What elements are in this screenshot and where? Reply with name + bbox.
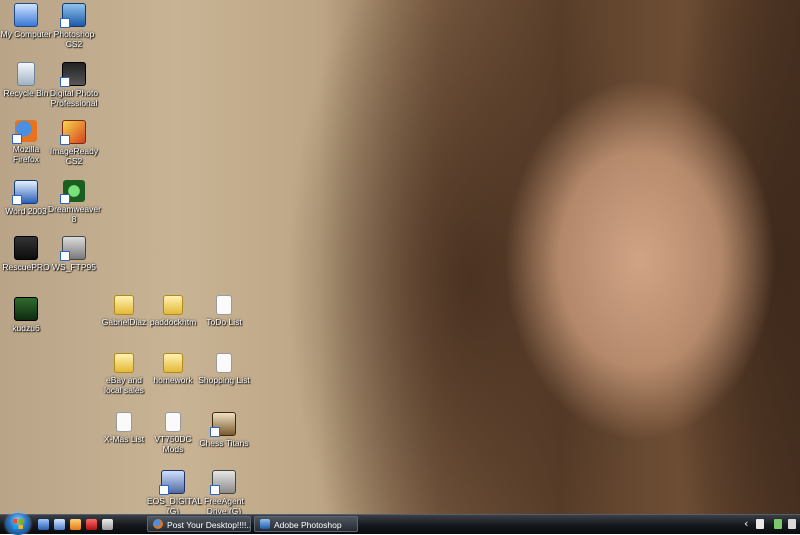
desktop-icon-imageready[interactable]: ImageReady CS2 — [48, 120, 100, 166]
desktop-icon-label: Word 2003 — [5, 206, 47, 216]
desktop-icon-label: EOS_DIGITAL (G) — [147, 496, 203, 516]
switch-windows-icon[interactable] — [54, 519, 65, 530]
desktop-icon-label: Shopping List — [198, 375, 250, 385]
desktop-icon-label: Dreamweaver 8 — [48, 204, 101, 224]
chess-icon — [210, 412, 236, 437]
firefox-icon — [12, 120, 37, 144]
text-file-icon — [216, 353, 232, 373]
show-desktop-icon[interactable] — [38, 519, 49, 530]
desktop-icon-photoshop[interactable]: Photoshop CS2 — [48, 3, 100, 49]
flash-icon[interactable] — [86, 519, 97, 530]
task-button-label: Post Your Desktop!!!!... — [167, 520, 251, 530]
desktop-icon-label: FreeAgent Drive (G) — [204, 496, 244, 516]
desktop-icon-chess-titans[interactable]: Chess Titans — [198, 412, 250, 448]
desktop-icon-paddockhtm[interactable]: paddockhtm — [147, 295, 199, 327]
folder-icon — [163, 353, 183, 373]
desktop-icon-eos-digital[interactable]: EOS_DIGITAL (G) — [147, 470, 203, 516]
drive-icon — [210, 470, 236, 495]
task-button-label: Adobe Photoshop — [274, 520, 342, 530]
folder-icon — [114, 353, 134, 373]
desktop-icon-label: VT750DC Mods — [154, 434, 192, 454]
media-player-icon[interactable] — [70, 519, 81, 530]
desktop-icon-ws-ftp[interactable]: WS_FTP95 — [48, 236, 100, 272]
desktop-icon-todo-list[interactable]: ToDo List — [198, 295, 250, 327]
desktop-icon-word[interactable]: Word 2003 — [0, 180, 52, 216]
folder-icon — [163, 295, 183, 315]
desktop-icon-shopping-list[interactable]: Shopping List — [198, 353, 250, 385]
desktop-icon-freeagent-drive[interactable]: FreeAgent Drive (G) — [198, 470, 250, 516]
browser-icon[interactable] — [102, 519, 113, 530]
desktop-icon-my-computer[interactable]: My Computer — [0, 3, 52, 39]
desktop-icon-vt750dc-mods[interactable]: VT750DC Mods — [147, 412, 199, 454]
rescuepro-icon — [14, 236, 38, 260]
desktop-icon-rescuepro[interactable]: RescuePRO — [0, 236, 52, 272]
desktop-icon-gabrieldiaz[interactable]: GabrielDiaz — [98, 295, 150, 327]
desktop-icon-kudzu6[interactable]: kudzu6 — [0, 297, 52, 333]
desktop-icon-label: X-Mas List — [103, 434, 145, 444]
drive-icon — [159, 470, 185, 495]
ftp-icon — [60, 236, 86, 261]
desktop-icon-label: GabrielDiaz — [101, 317, 147, 327]
desktop-icon-label: homework — [153, 375, 193, 385]
desktop-icon-recycle-bin[interactable]: Recycle Bin — [0, 62, 52, 98]
desktop-icon-label: Chess Titans — [199, 438, 249, 448]
safely-remove-icon[interactable] — [788, 519, 796, 529]
desktop-icon-label: kudzu6 — [12, 323, 40, 333]
task-button-firefox[interactable]: Post Your Desktop!!!!... — [147, 516, 251, 532]
desktop-icon-xmas-list[interactable]: X-Mas List — [98, 412, 150, 444]
desktop-icon-ebay-local-sales[interactable]: eBay and local sales — [98, 353, 150, 395]
kudzu-icon — [14, 297, 38, 321]
imageready-icon — [60, 120, 86, 145]
volume-icon[interactable] — [774, 519, 782, 529]
network-icon[interactable] — [756, 519, 764, 529]
desktop-icon-label: My Computer — [0, 29, 52, 39]
desktop-icon-label: ImageReady CS2 — [49, 146, 99, 166]
desktop-icon-label: Digital Photo Professional — [49, 88, 99, 108]
tray-expand-chevron-icon[interactable]: ‹ — [744, 517, 748, 531]
desktop-icon-label: ToDo List — [206, 317, 242, 327]
text-file-icon — [116, 412, 132, 432]
desktop-icon-label: eBay and local sales — [104, 375, 144, 395]
desktop-icon-label: Photoshop CS2 — [53, 29, 95, 49]
word-icon — [12, 180, 38, 205]
desktop-icon-firefox[interactable]: Mozilla Firefox — [0, 120, 52, 164]
desktop-icon-label: WS_FTP95 — [52, 262, 96, 272]
text-file-icon — [216, 295, 232, 315]
desktop-icon-label: Recycle Bin — [3, 88, 49, 98]
computer-icon — [14, 3, 38, 27]
photoshop-icon — [260, 519, 270, 529]
desktop-icon-dreamweaver[interactable]: Dreamweaver 8 — [48, 180, 101, 224]
recycle-bin-icon — [17, 62, 35, 86]
text-file-icon — [165, 412, 181, 432]
taskbar: Post Your Desktop!!!!... Adobe Photoshop… — [0, 513, 800, 535]
desktop-icon-label: Mozilla Firefox — [12, 144, 40, 164]
firefox-icon — [153, 519, 163, 529]
desktop-icon-homework[interactable]: homework — [147, 353, 199, 385]
dreamweaver-icon — [60, 180, 85, 204]
folder-icon — [114, 295, 134, 315]
desktop-icon-digital-photo-professional[interactable]: Digital Photo Professional — [48, 62, 100, 108]
task-button-photoshop[interactable]: Adobe Photoshop — [254, 516, 358, 532]
photoshop-icon — [60, 3, 86, 28]
windows-start-orb-icon[interactable] — [6, 513, 30, 535]
digital-photo-professional-icon — [60, 62, 86, 87]
desktop-icon-label: paddockhtm — [149, 317, 197, 327]
windows-flag-icon — [13, 519, 23, 529]
desktop-icon-label: RescuePRO — [2, 262, 50, 272]
